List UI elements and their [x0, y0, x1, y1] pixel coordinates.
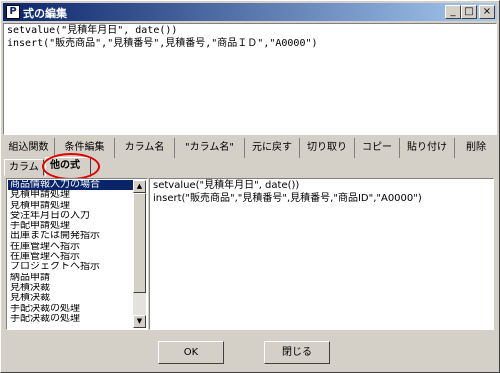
minimize-button[interactable]: _ — [445, 5, 461, 19]
scroll-thumb[interactable] — [133, 193, 146, 293]
highlight-circle — [42, 153, 100, 180]
list-item[interactable]: 見積決裁 — [8, 293, 134, 303]
ok-button[interactable]: OK — [158, 341, 224, 364]
list-item[interactable]: 商品情報入力の場合 — [8, 180, 134, 191]
list-item[interactable]: 出庫または開発指示 — [8, 231, 134, 241]
expression-editor[interactable]: setvalue("見積年月日", date()) insert("販売商品",… — [3, 23, 497, 135]
preview-line-1: setvalue("見積年月日", date()) — [153, 180, 300, 191]
close-button[interactable]: × — [479, 5, 495, 19]
editor-line-2: insert("販売商品","見積番号",見積番号,"商品ＩＤ","A0000"… — [7, 38, 318, 49]
list-item[interactable]: 見積申請処理 — [8, 190, 134, 200]
list-items: 商品情報入力の場合 見積申請処理 見積申請処理 受注年月日の入力 手配申請処理 … — [8, 180, 134, 324]
list-item[interactable]: 在庫管理へ指示 — [8, 242, 134, 252]
delete-button[interactable]: 削除 — [455, 138, 497, 158]
list-item[interactable]: 手配決裁の処理 — [8, 304, 134, 314]
list-item[interactable]: 手配決裁の処理 — [8, 314, 134, 324]
list-item[interactable]: 見積決裁 — [8, 283, 134, 293]
quoted-column-name-button[interactable]: "カラム名" — [175, 138, 245, 158]
list-item[interactable]: 納品申請 — [8, 273, 134, 283]
tab-column[interactable]: カラム — [4, 159, 44, 176]
list-item[interactable]: プロジェクトへ指示 — [8, 262, 134, 272]
cut-button[interactable]: 切り取り — [300, 138, 355, 158]
app-icon: P — [6, 5, 20, 19]
column-name-button[interactable]: カラム名 — [115, 138, 175, 158]
copy-button[interactable]: コピー — [355, 138, 400, 158]
list-item[interactable]: 在庫管理へ指示 — [8, 252, 134, 262]
undo-button[interactable]: 元に戻す — [245, 138, 300, 158]
list-item[interactable]: 受注年月日の入力 — [8, 211, 134, 221]
maximize-button[interactable]: □ — [461, 5, 477, 19]
expression-list[interactable]: 商品情報入力の場合 見積申請処理 見積申請処理 受注年月日の入力 手配申請処理 … — [6, 178, 148, 330]
list-scrollbar[interactable]: ▲ ▼ — [133, 180, 146, 328]
editor-line-1: setvalue("見積年月日", date()) — [7, 25, 178, 36]
dialog-window: P 式の編集 _ □ × setvalue("見積年月日", date()) i… — [0, 0, 500, 373]
scroll-down-icon[interactable]: ▼ — [133, 315, 146, 328]
scroll-up-icon[interactable]: ▲ — [133, 180, 146, 193]
list-item[interactable]: 手配申請処理 — [8, 221, 134, 231]
builtin-functions-button[interactable]: 組込関数 — [3, 138, 55, 158]
close-dialog-button[interactable]: 閉じる — [264, 341, 330, 364]
title-bar[interactable]: P 式の編集 _ □ × — [3, 3, 497, 21]
window-title: 式の編集 — [23, 7, 67, 20]
paste-button[interactable]: 貼り付け — [400, 138, 455, 158]
preview-line-2: insert("販売商品","見積番号",見積番号,"商品ID","A0000"… — [153, 193, 422, 204]
list-item[interactable]: 見積申請処理 — [8, 201, 134, 211]
expression-preview: setvalue("見積年月日", date()) insert("販売商品",… — [149, 178, 494, 330]
